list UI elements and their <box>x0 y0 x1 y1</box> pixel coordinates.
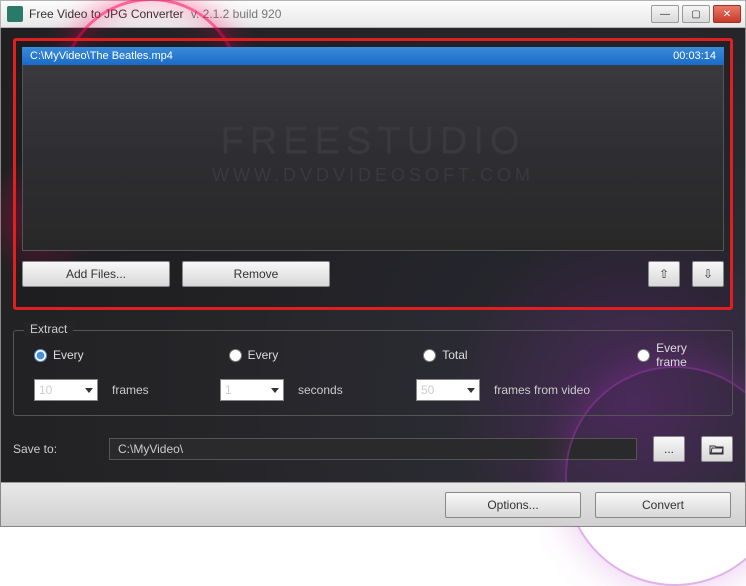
remove-button[interactable]: Remove <box>182 261 330 287</box>
radio-total[interactable]: Total <box>423 341 597 369</box>
select-every-frames-value: 10 <box>39 383 52 397</box>
radio-every-frames-label: Every <box>53 348 84 362</box>
select-every-frames[interactable]: 10 <box>34 379 98 401</box>
select-every-seconds-value: 1 <box>225 383 232 397</box>
radio-every-seconds-label: Every <box>248 348 279 362</box>
app-version-text: v. 2.1.2 build 920 <box>191 7 282 21</box>
chevron-down-icon <box>271 388 279 393</box>
maximize-button[interactable]: ▢ <box>682 5 710 23</box>
add-files-button[interactable]: Add Files... <box>22 261 170 287</box>
file-duration-text: 00:03:14 <box>673 50 716 62</box>
select-total-frames[interactable]: 50 <box>416 379 480 401</box>
radio-every-seconds-input[interactable] <box>229 349 242 362</box>
unit-frames: frames <box>112 383 206 397</box>
save-path-input[interactable] <box>109 438 637 460</box>
file-list-background: FREESTUDIO WWW.DVDVIDEOSOFT.COM <box>22 65 724 251</box>
save-to-label: Save to: <box>13 442 93 456</box>
radio-every-seconds[interactable]: Every <box>229 341 384 369</box>
radio-every-frame-label: Every frame <box>656 341 718 369</box>
move-up-button[interactable]: ⇧ <box>648 261 680 287</box>
chevron-down-icon <box>467 388 475 393</box>
watermark-brand: FREESTUDIO <box>23 120 723 163</box>
open-folder-button[interactable] <box>701 436 733 462</box>
move-down-button[interactable]: ⇩ <box>692 261 724 287</box>
select-every-seconds[interactable]: 1 <box>220 379 284 401</box>
file-list-item[interactable]: C:\MyVideo\The Beatles.mp4 00:03:14 <box>22 47 724 65</box>
file-panel-highlight: C:\MyVideo\The Beatles.mp4 00:03:14 FREE… <box>13 38 733 310</box>
extract-legend: Extract <box>24 322 73 336</box>
folder-open-icon <box>709 443 725 455</box>
save-row: Save to: ... <box>13 436 733 462</box>
radio-every-frame-input[interactable] <box>637 349 650 362</box>
footer-bar: Options... Convert <box>1 482 745 526</box>
radio-total-label: Total <box>442 348 467 362</box>
convert-button[interactable]: Convert <box>595 492 731 518</box>
extract-group: Extract Every Every Total Every frame 10 <box>13 330 733 416</box>
app-body: C:\MyVideo\The Beatles.mp4 00:03:14 FREE… <box>0 28 746 527</box>
unit-seconds: seconds <box>298 383 402 397</box>
app-icon <box>7 6 23 22</box>
radio-every-frame[interactable]: Every frame <box>637 341 718 369</box>
radio-total-input[interactable] <box>423 349 436 362</box>
browse-button[interactable]: ... <box>653 436 685 462</box>
radio-every-frames[interactable]: Every <box>34 341 189 369</box>
unit-frames-from-video: frames from video <box>494 383 590 397</box>
app-name-text: Free Video to JPG Converter <box>29 7 184 21</box>
window-title: Free Video to JPG Converter v. 2.1.2 bui… <box>29 7 651 21</box>
minimize-button[interactable]: — <box>651 5 679 23</box>
window-titlebar: Free Video to JPG Converter v. 2.1.2 bui… <box>0 0 746 28</box>
radio-every-frames-input[interactable] <box>34 349 47 362</box>
watermark-url: WWW.DVDVIDEOSOFT.COM <box>23 165 723 186</box>
chevron-down-icon <box>85 388 93 393</box>
options-button[interactable]: Options... <box>445 492 581 518</box>
select-total-frames-value: 50 <box>421 383 434 397</box>
close-button[interactable]: ✕ <box>713 5 741 23</box>
file-path-text: C:\MyVideo\The Beatles.mp4 <box>30 50 673 62</box>
